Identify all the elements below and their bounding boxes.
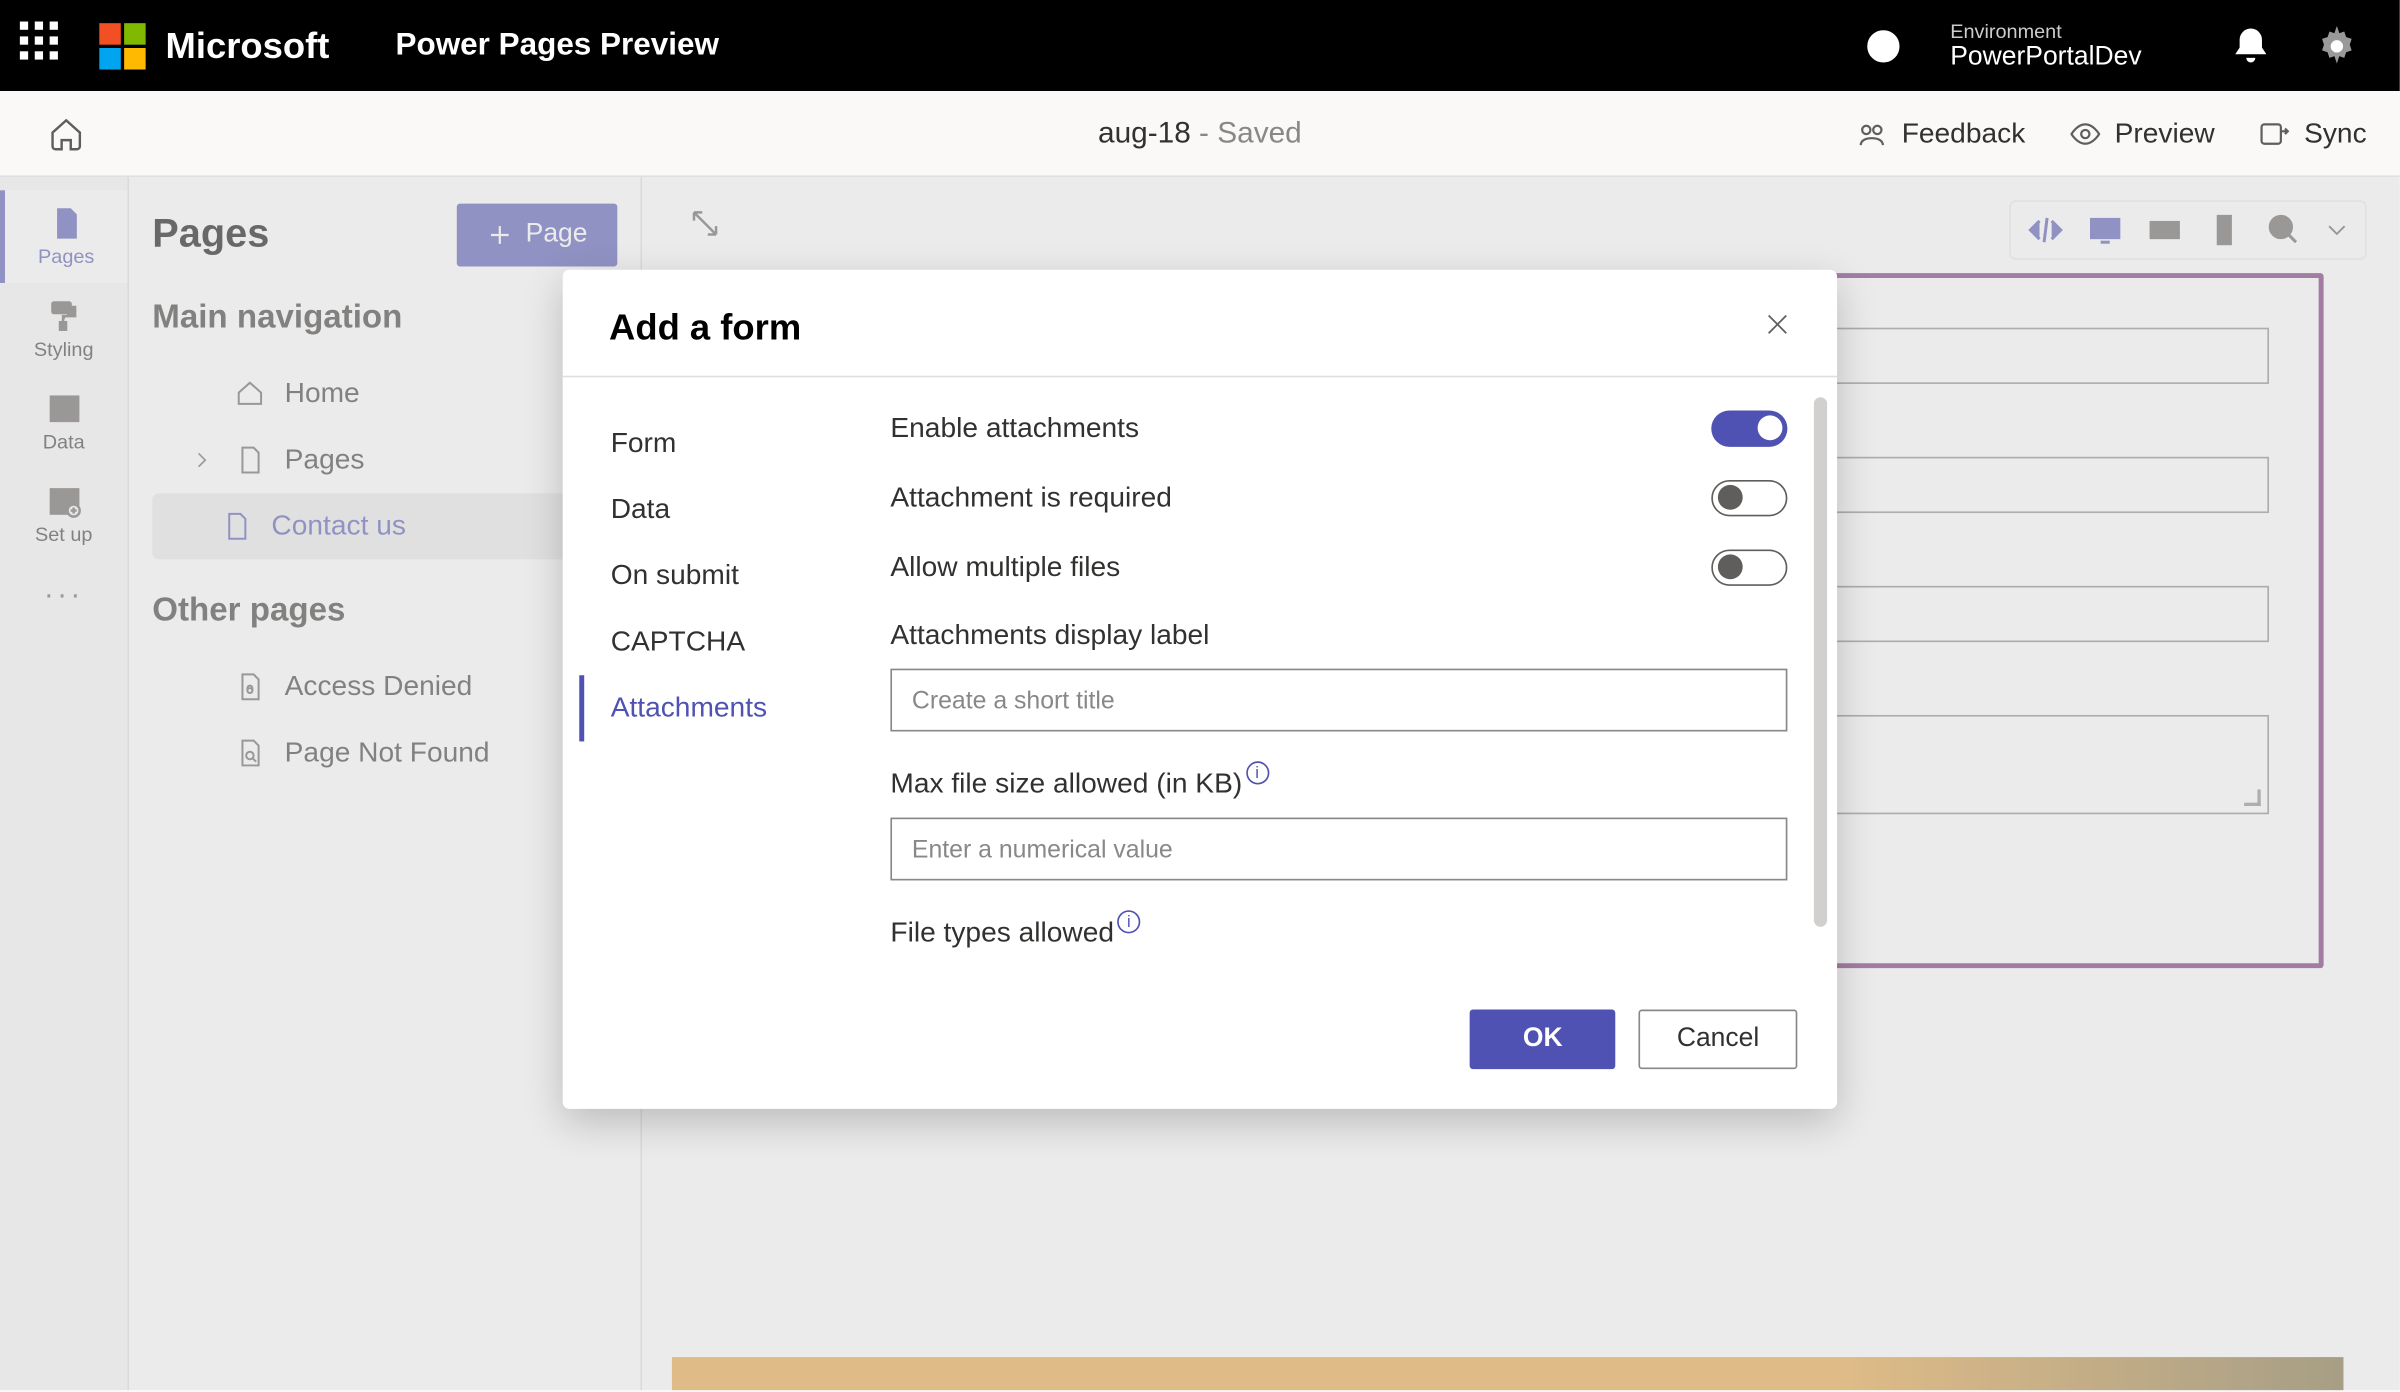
attachment-required-label: Attachment is required (890, 482, 1172, 515)
environment-label: Environment (1950, 19, 2141, 42)
ok-button[interactable]: OK (1470, 1010, 1616, 1070)
sync-icon (2258, 117, 2291, 150)
tab-form[interactable]: Form (579, 410, 860, 476)
bell-icon[interactable] (2231, 26, 2271, 66)
enable-attachments-label: Enable attachments (890, 412, 1139, 445)
feedback-label: Feedback (1902, 117, 2026, 150)
feedback-button[interactable]: Feedback (1855, 117, 2025, 150)
eye-icon (2068, 117, 2101, 150)
info-icon[interactable]: i (1246, 761, 1269, 784)
display-label-input[interactable] (890, 669, 1787, 732)
microsoft-squares-icon (99, 22, 145, 68)
info-icon[interactable]: i (1117, 910, 1140, 933)
globe-icon (1864, 26, 1904, 66)
microsoft-logo: Microsoft (99, 22, 329, 68)
brand-text: Microsoft (166, 24, 330, 67)
modal-title: Add a form (609, 306, 801, 349)
document-title: aug-18 - Saved (1098, 116, 1302, 151)
product-name: Power Pages Preview (396, 27, 719, 63)
display-label-label: Attachments display label (890, 619, 1787, 652)
environment-picker[interactable]: Environment PowerPortalDev (1841, 19, 2142, 72)
feedback-icon (1855, 117, 1888, 150)
max-size-label: Max file size allowed (in KB) (890, 768, 1242, 801)
close-icon (1764, 310, 1790, 336)
tab-captcha[interactable]: CAPTCHA (579, 609, 860, 675)
enable-attachments-toggle[interactable] (1711, 410, 1787, 446)
tab-on-submit[interactable]: On submit (579, 543, 860, 609)
home-icon (48, 115, 84, 151)
sync-button[interactable]: Sync (2258, 117, 2367, 150)
attachment-required-toggle[interactable] (1711, 480, 1787, 516)
allow-multiple-label: Allow multiple files (890, 551, 1120, 584)
modal-scrollbar[interactable] (1814, 397, 1827, 927)
preview-button[interactable]: Preview (2068, 117, 2214, 150)
tab-attachments[interactable]: Attachments (579, 675, 860, 741)
gear-icon[interactable] (2317, 26, 2357, 66)
preview-label: Preview (2115, 117, 2215, 150)
doc-name: aug-18 (1098, 116, 1191, 149)
sync-label: Sync (2304, 117, 2367, 150)
add-form-modal: Add a form Form Data On submit CAPTCHA A… (563, 270, 1837, 1109)
app-launcher-icon[interactable] (20, 21, 70, 71)
home-button[interactable] (33, 115, 99, 151)
max-size-input[interactable] (890, 818, 1787, 881)
doc-state: - Saved (1191, 116, 1302, 149)
close-button[interactable] (1764, 309, 1790, 347)
file-types-label: File types allowed (890, 917, 1114, 950)
environment-value: PowerPortalDev (1950, 42, 2141, 72)
allow-multiple-toggle[interactable] (1711, 549, 1787, 585)
tab-data[interactable]: Data (579, 477, 860, 543)
cancel-button[interactable]: Cancel (1639, 1010, 1798, 1070)
